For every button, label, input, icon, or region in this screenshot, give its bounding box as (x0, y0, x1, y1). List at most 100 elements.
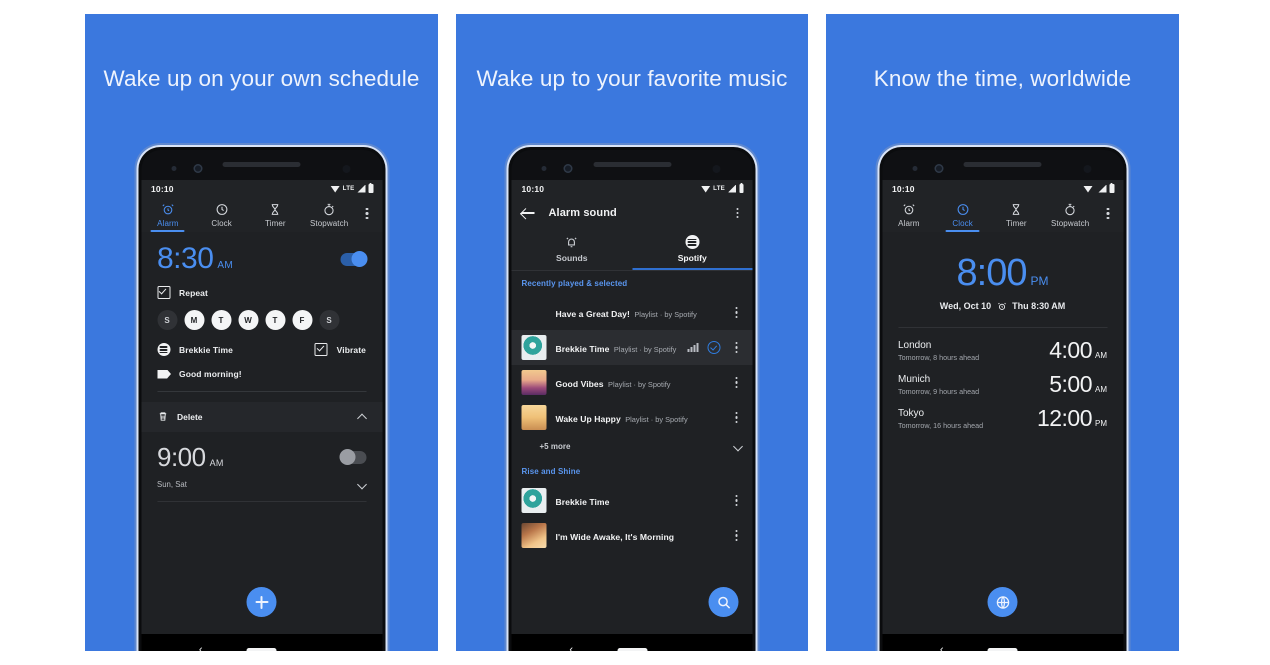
city-row[interactable]: Tokyo Tomorrow, 16 hours ahead 12:00 PM (882, 396, 1123, 430)
repeat-label: Repeat (179, 287, 208, 298)
track-overflow-icon[interactable] (730, 377, 744, 388)
tab-sounds[interactable]: Sounds (512, 229, 633, 270)
track-meta: Have a Great Day! Playlist · by Spotify (556, 304, 721, 322)
tab-stopwatch[interactable]: Stopwatch (302, 203, 356, 232)
bell-icon (566, 237, 577, 248)
vibrate-label: Vibrate (336, 344, 366, 355)
status-time: 10:10 (521, 183, 545, 194)
signal-bars-icon (357, 184, 366, 193)
signal-bars-icon (728, 184, 736, 193)
day-chip-fri[interactable]: F (292, 310, 312, 330)
nav-home-pill[interactable] (617, 648, 647, 651)
track-overflow-icon[interactable] (730, 307, 744, 318)
track-row[interactable]: Have a Great Day! Playlist · by Spotify (512, 295, 753, 330)
delete-row[interactable]: Delete (141, 402, 382, 432)
track-overflow-icon[interactable] (730, 412, 744, 423)
tab-alarm[interactable]: Alarm (882, 203, 936, 232)
alarm-time[interactable]: 8:30 AM (157, 244, 233, 274)
repeat-checkbox[interactable] (157, 286, 170, 299)
phone-top-bezel (511, 150, 753, 180)
tab-clock[interactable]: Clock (936, 203, 990, 232)
track-overflow-icon[interactable] (730, 530, 744, 541)
alarm-item-collapsed: 9:00 AM Sun, Sat (141, 432, 382, 502)
show-more-label: +5 more (539, 442, 571, 451)
front-camera-icon (934, 164, 943, 173)
phone-mockup-3: 10:10 Alarm Clock Timer Stopwatch 8:00 P… (879, 147, 1126, 651)
toggle-knob (339, 449, 355, 465)
repeat-row[interactable]: Repeat (157, 286, 366, 299)
phone-inner: 10:10 Alarm Clock Timer Stopwatch 8:00 P… (882, 150, 1123, 651)
alarm-toggle-on[interactable] (340, 251, 367, 267)
track-row-selected[interactable]: Brekkie Time Playlist · by Spotify (511, 330, 753, 365)
track-overflow-icon[interactable] (730, 495, 744, 506)
track-overflow-icon[interactable] (730, 342, 744, 353)
overflow-menu-icon[interactable] (356, 203, 378, 219)
alarm2-toggle-off[interactable] (339, 449, 366, 465)
expand-chevron-icon[interactable] (357, 480, 366, 489)
day-chip-sat[interactable]: S (319, 310, 339, 330)
album-art (522, 300, 547, 325)
city-row[interactable]: Munich Tomorrow, 9 hours ahead 5:00 AM (882, 362, 1123, 396)
spotify-icon (157, 343, 170, 356)
phone-top-bezel (141, 150, 382, 180)
show-more-row[interactable]: +5 more (512, 435, 753, 459)
tab-spotify[interactable]: Spotify (632, 229, 753, 270)
album-art (521, 405, 547, 430)
track-row[interactable]: I'm Wide Awake, It's Morning (512, 518, 753, 553)
clock-icon (216, 204, 228, 215)
alarm2-time-row: 9:00 AM (157, 444, 366, 470)
phone-top-bezel (882, 150, 1123, 180)
back-arrow-icon[interactable] (521, 207, 535, 220)
city-row[interactable]: London Tomorrow, 8 hours ahead 4:00 AM (882, 328, 1123, 362)
alarm-sound-label: Brekkie Time (179, 344, 233, 355)
expand-chevron-icon[interactable] (734, 442, 743, 451)
status-time: 10:10 (892, 183, 915, 194)
day-chip-sun[interactable]: S (157, 310, 177, 330)
overflow-menu-icon[interactable] (1097, 203, 1119, 219)
day-chip-tue[interactable]: T (211, 310, 231, 330)
nav-home-pill[interactable] (246, 648, 277, 651)
track-row[interactable]: Brekkie Time (512, 483, 753, 518)
tab-timer[interactable]: Timer (249, 203, 303, 232)
alarm-sound-row[interactable]: Brekkie Time (157, 343, 315, 356)
wifi-icon (1083, 185, 1093, 193)
alarm2-time-value: 9:00 (157, 442, 206, 472)
clock-icon (957, 204, 969, 215)
next-alarm: Thu 8:30 AM (1012, 301, 1066, 311)
add-alarm-fab[interactable] (246, 587, 277, 617)
tab-alarm[interactable]: Alarm (141, 203, 195, 232)
track-name: Wake Up Happy (555, 413, 621, 424)
vibrate-checkbox[interactable] (314, 343, 328, 356)
sound-source-tabs: Sounds Spotify (511, 229, 753, 270)
city-name: London (898, 339, 932, 351)
sensor-icon (171, 166, 176, 171)
tab-timer[interactable]: Timer (990, 203, 1044, 232)
day-chip-thu[interactable]: T (265, 310, 285, 330)
tab-stopwatch[interactable]: Stopwatch (1043, 203, 1097, 232)
overflow-menu-icon[interactable] (731, 207, 745, 219)
tab-underline (945, 230, 980, 232)
alarm2-time[interactable]: 9:00 AM (157, 444, 224, 470)
sound-vibrate-row: Brekkie Time Vibrate (157, 343, 366, 356)
track-row[interactable]: Good Vibes Playlist · by Spotify (512, 365, 753, 400)
day-chip-mon[interactable]: M (184, 310, 204, 330)
nav-back-icon[interactable]: ‹ (569, 645, 573, 652)
vibrate-row[interactable]: Vibrate (314, 343, 366, 356)
phone-screen-3: 10:10 Alarm Clock Timer Stopwatch 8:00 P… (882, 180, 1123, 635)
add-city-fab[interactable] (987, 587, 1018, 617)
nav-back-icon[interactable]: ‹ (940, 645, 944, 652)
status-bar: 10:10 LTE (511, 180, 753, 197)
alarm-message-row[interactable]: Good morning! (157, 369, 366, 379)
collapse-chevron-icon[interactable] (357, 412, 366, 421)
nav-back-icon[interactable]: ‹ (199, 645, 203, 652)
day-chip-wed[interactable]: W (238, 310, 258, 330)
city-time-value: 5:00 (1049, 371, 1092, 397)
tab-clock[interactable]: Clock (195, 203, 249, 232)
search-fab[interactable] (708, 587, 739, 617)
alarm-message-label: Good morning! (179, 369, 242, 379)
track-row[interactable]: Wake Up Happy Playlist · by Spotify (512, 400, 753, 435)
nav-home-pill[interactable] (987, 648, 1018, 651)
proximity-sensor-icon (712, 165, 721, 173)
section-title-recent: Recently played & selected (521, 279, 628, 288)
alarm-clock-icon (903, 204, 915, 215)
